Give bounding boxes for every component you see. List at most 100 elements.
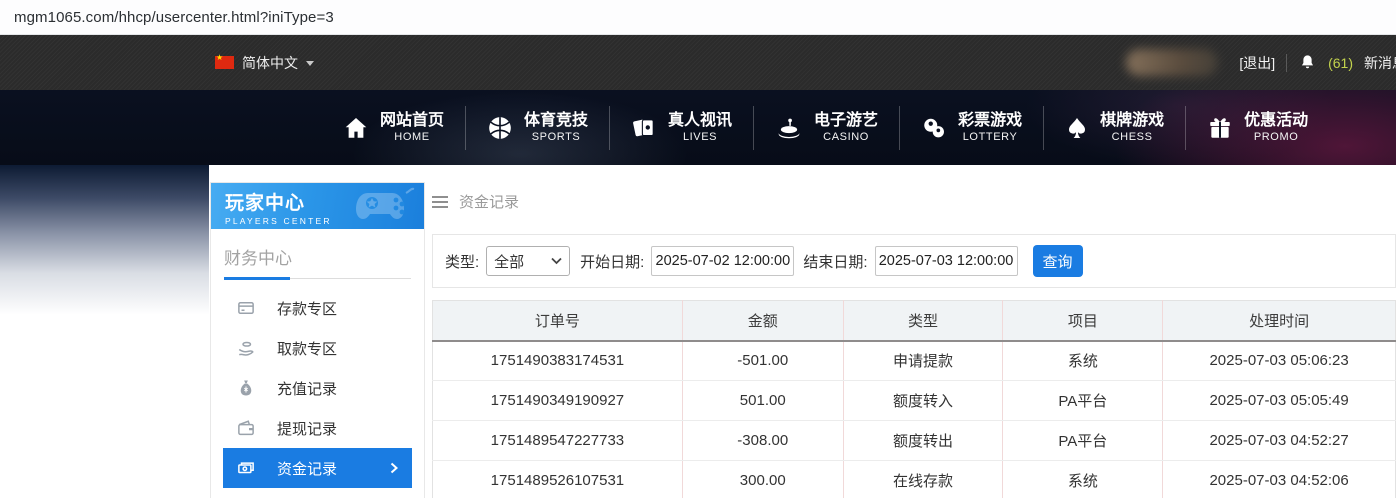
section-underline [224, 277, 411, 280]
background-gradient [0, 165, 209, 315]
cell-amount: -308.00 [681, 420, 844, 461]
type-select[interactable]: 全部 [486, 246, 571, 276]
table-row: 1751489547227733 -308.00 额度转出 PA平台 2025-… [432, 420, 1396, 461]
end-date-input[interactable] [874, 246, 1018, 276]
cash-record-icon [236, 459, 255, 477]
chevron-down-icon [306, 60, 314, 70]
message-label[interactable]: 新消息 [1364, 53, 1396, 73]
hand-money-icon [236, 339, 255, 357]
cell-amount: 300.00 [681, 460, 844, 498]
gift-icon [1207, 115, 1233, 141]
china-flag-icon: ★ [215, 53, 234, 69]
cell-project: 系统 [1002, 340, 1163, 381]
nav-label-en: LIVES [682, 130, 718, 143]
sidebar-section: 财务中心 [211, 229, 424, 280]
sidebar-item-label: 取款专区 [277, 340, 338, 358]
cards-icon [631, 115, 657, 141]
sidebar: 玩家中心 PLAYERS CENTER 财务中心 存款专区 取款专区 充值记录 … [210, 182, 425, 498]
type-select-value: 全部 [494, 253, 525, 271]
cell-amount: -501.00 [681, 340, 844, 381]
nav-label-en: PROMO [1253, 130, 1299, 143]
sidebar-menu: 存款专区 取款专区 充值记录 提现记录 资金记录 [223, 288, 412, 498]
topbar-right: [退出] (61) 新消息 [1126, 35, 1396, 90]
start-date-label: 开始日期: [580, 253, 645, 271]
nav-label-zh: 棋牌游戏 [1100, 111, 1165, 129]
cell-time: 2025-07-03 05:05:49 [1162, 380, 1396, 421]
sidebar-item-funds-record[interactable]: 资金记录 [223, 448, 412, 488]
sidebar-item-lottery-bet-details[interactable]: 彩票下注明细 [223, 488, 412, 498]
nav-item-lottery[interactable]: 彩票游戏 LOTTERY [900, 105, 1043, 151]
sidebar-item-deposit-zone[interactable]: 存款专区 [223, 288, 412, 328]
divider [1286, 53, 1288, 72]
spade-icon [1065, 115, 1089, 141]
cell-time: 2025-07-03 05:06:23 [1162, 340, 1396, 381]
search-button[interactable]: 查询 [1032, 245, 1083, 277]
topbar: ★ 简体中文 [退出] (61) 新消息 [0, 35, 1396, 90]
nav-label-zh: 真人视讯 [668, 111, 733, 129]
page-body: 玩家中心 PLAYERS CENTER 财务中心 存款专区 取款专区 充值记录 … [0, 165, 1396, 498]
nav-label-en: CHESS [1111, 130, 1153, 143]
start-date-input[interactable] [651, 246, 795, 276]
hamburger-icon [432, 195, 448, 208]
nav-item-promo[interactable]: 优惠活动 PROMO [1186, 105, 1329, 151]
col-header-project: 项目 [1002, 300, 1163, 342]
cell-project: PA平台 [1002, 380, 1163, 421]
cell-type: 额度转入 [842, 380, 1003, 421]
col-header-type: 类型 [842, 300, 1003, 342]
sidebar-item-withdraw-zone[interactable]: 取款专区 [223, 328, 412, 368]
sidebar-item-recharge-record[interactable]: 充值记录 [223, 368, 412, 408]
col-header-time: 处理时间 [1162, 300, 1396, 342]
sports-ball-icon [487, 115, 513, 141]
table-row: 1751489526107531 300.00 在线存款 系统 2025-07-… [432, 460, 1396, 498]
sidebar-item-label: 存款专区 [277, 300, 338, 318]
cell-order-no: 1751490349190927 [432, 380, 683, 421]
gamepad-icon [354, 185, 418, 229]
nav-label-zh: 彩票游戏 [958, 111, 1023, 129]
nav-item-sports[interactable]: 体育竞技 SPORTS [466, 105, 609, 151]
cell-order-no: 1751489547227733 [432, 420, 683, 461]
wallet-icon [236, 419, 255, 437]
table-header-row: 订单号 金额 类型 项目 处理时间 [432, 300, 1396, 342]
sidebar-section-title: 财务中心 [224, 249, 292, 268]
sidebar-header: 玩家中心 PLAYERS CENTER [211, 183, 424, 229]
nav-label-en: SPORTS [531, 130, 581, 143]
chevron-right-icon [389, 462, 399, 474]
sidebar-item-withdrawal-record[interactable]: 提现记录 [223, 408, 412, 448]
home-icon [343, 115, 369, 141]
sidebar-item-label: 充值记录 [277, 380, 338, 398]
table-row: 1751490383174531 -501.00 申请提款 系统 2025-07… [432, 340, 1396, 381]
nav-item-casino[interactable]: 电子游艺 CASINO [754, 105, 899, 151]
bank-card-icon [236, 299, 255, 317]
cell-project: 系统 [1002, 460, 1163, 498]
money-bag-icon [236, 379, 255, 397]
end-date-label: 结束日期: [803, 253, 868, 271]
page-title: 资金记录 [459, 194, 520, 211]
user-account-blurred[interactable] [1126, 49, 1219, 76]
language-label: 简体中文 [242, 54, 298, 71]
bell-icon[interactable] [1298, 53, 1317, 72]
nav-label-en: HOME [394, 130, 430, 143]
logout-button[interactable]: [退出] [1239, 53, 1275, 73]
filter-bar: 类型: 全部 开始日期: 结束日期: 查询 [432, 234, 1396, 288]
nav-item-lives[interactable]: 真人视讯 LIVES [610, 105, 753, 151]
nav-label-en: CASINO [823, 130, 869, 143]
cell-type: 在线存款 [842, 460, 1003, 498]
cell-time: 2025-07-03 04:52:06 [1162, 460, 1396, 498]
cell-project: PA平台 [1002, 420, 1163, 461]
nav-item-home[interactable]: 网站首页 HOME [322, 105, 465, 151]
funds-record-table: 订单号 金额 类型 项目 处理时间 1751490383174531 -501.… [432, 300, 1396, 498]
url-text[interactable]: mgm1065.com/hhcp/usercenter.html?iniType… [14, 9, 334, 26]
cell-order-no: 1751489526107531 [432, 460, 683, 498]
nav-label-zh: 网站首页 [380, 111, 445, 129]
roulette-icon [775, 115, 803, 141]
cell-amount: 501.00 [681, 380, 844, 421]
browser-url-bar: mgm1065.com/hhcp/usercenter.html?iniType… [0, 0, 1396, 35]
sidebar-item-label: 提现记录 [277, 420, 338, 438]
message-count[interactable]: (61) [1328, 55, 1353, 71]
type-filter-label: 类型: [445, 253, 480, 271]
chevron-down-icon [551, 257, 562, 265]
cell-type: 申请提款 [842, 340, 1003, 381]
language-selector[interactable]: ★ 简体中文 [215, 53, 314, 73]
nav-item-chess[interactable]: 棋牌游戏 CHESS [1044, 105, 1185, 151]
main-content: 资金记录 类型: 全部 开始日期: 结束日期: 查询 订单号 金额 类型 项目 [432, 165, 1396, 498]
